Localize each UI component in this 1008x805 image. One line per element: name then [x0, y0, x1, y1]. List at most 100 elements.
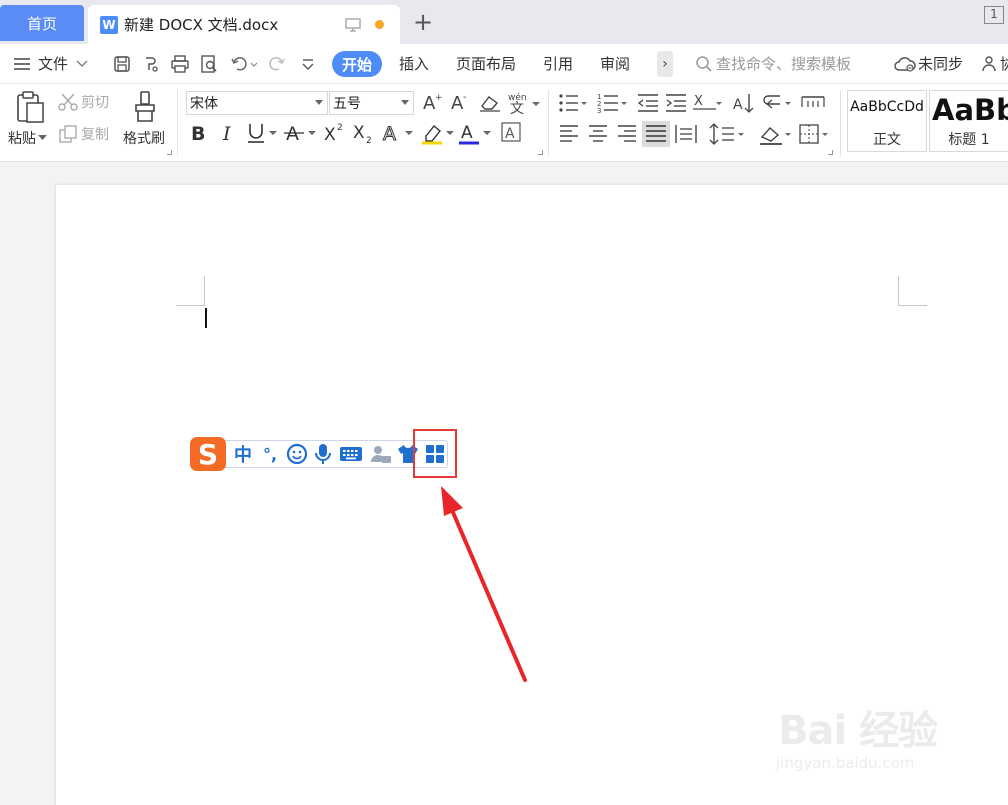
cut-button[interactable]: 剪切 [58, 92, 109, 112]
ime-chinese-mode-toggle[interactable]: 中 [232, 442, 254, 466]
style-normal-name: 正文 [873, 132, 901, 148]
style-normal-sample: AaBbCcDd [850, 99, 924, 115]
tab-document[interactable]: W 新建 DOCX 文档.docx [88, 5, 400, 44]
margin-corner-mark [204, 276, 205, 306]
collaborate-icon [982, 55, 996, 71]
borders-icon[interactable] [799, 124, 828, 144]
distributed-align-icon[interactable] [675, 125, 697, 143]
svg-text:X: X [324, 125, 336, 145]
paste-label: 粘贴 [8, 131, 36, 147]
paste-icon[interactable] [15, 90, 47, 124]
ime-punctuation-toggle[interactable]: °, [260, 442, 280, 466]
copy-button[interactable]: 复制 [58, 124, 109, 144]
strikethrough-icon[interactable]: A [284, 123, 316, 145]
font-color-icon[interactable]: A [459, 123, 491, 145]
show-marks-icon[interactable] [763, 95, 791, 109]
tab-home[interactable]: 首页 [0, 5, 84, 41]
sync-status[interactable]: 未同步 [893, 53, 963, 74]
file-menu-label: 文件 [38, 55, 69, 73]
italic-icon[interactable]: I [222, 123, 231, 145]
increase-indent-icon[interactable] [666, 94, 686, 112]
undo-icon[interactable] [230, 54, 258, 74]
cut-label: 剪切 [81, 95, 109, 111]
hamburger-icon [14, 57, 30, 70]
svg-text:A: A [733, 97, 743, 113]
sort-icon[interactable]: A [733, 94, 754, 113]
window-count-badge[interactable]: 1 [984, 6, 1004, 24]
font-family-select[interactable]: 宋体 [186, 91, 328, 115]
tab-start[interactable]: 开始 [332, 51, 382, 77]
font-dialog-launcher[interactable] [538, 150, 543, 155]
chinese-layout-icon[interactable]: X [693, 94, 722, 110]
numbered-list-icon[interactable]: 1 2 3 [597, 93, 627, 115]
print-icon[interactable] [170, 54, 190, 74]
font-size-select[interactable]: 五号 [329, 91, 414, 115]
tab-ruler-icon[interactable] [801, 96, 825, 107]
file-menu[interactable]: 文件 [13, 53, 88, 74]
superscript-icon[interactable]: X 2 [324, 123, 343, 145]
bullet-list-icon[interactable] [559, 94, 587, 112]
shading-icon[interactable] [760, 127, 791, 145]
tab-insert[interactable]: 插入 [399, 53, 429, 74]
collaborate-button[interactable]: 协 [982, 53, 1008, 74]
save-icon[interactable] [112, 54, 132, 74]
style-heading-1-name: 标题 1 [948, 132, 990, 148]
ribbon-separator [177, 90, 178, 156]
paste-button[interactable]: 粘贴 [8, 128, 47, 148]
format-brush-icon[interactable] [141, 54, 161, 74]
style-normal[interactable]: AaBbCcDd 正文 [847, 90, 927, 152]
format-painter-icon[interactable] [132, 90, 158, 124]
subscript-icon[interactable]: X 2 [353, 123, 372, 146]
watermark-brand: Bai 经验 [778, 708, 938, 754]
tab-bar: 首页 W 新建 DOCX 文档.docx + 1 [0, 0, 1008, 44]
align-right-icon[interactable] [618, 125, 636, 142]
baidu-watermark: Bai 经验 jingyan.baidu.com [770, 690, 1000, 790]
font-tools-row: A + A - wén 文 [423, 92, 540, 115]
bold-icon[interactable]: B [191, 123, 205, 145]
svg-text:2: 2 [337, 123, 343, 133]
ribbon: 粘贴 剪切 复制 格式刷 宋体 五号 A + A - wén 文 B I A X… [0, 84, 1008, 162]
redo-icon[interactable] [266, 54, 286, 74]
cloud-sync-icon [894, 56, 916, 72]
tab-review[interactable]: 审阅 [600, 53, 630, 74]
ime-toolbar: S 中 °, [190, 437, 448, 471]
chevron-down-icon [315, 100, 323, 105]
style-heading-1[interactable]: AaBb 标题 1 [929, 90, 1008, 152]
tab-reference[interactable]: 引用 [543, 53, 573, 74]
emoji-icon[interactable] [285, 442, 309, 466]
ribbon-separator [840, 90, 841, 156]
microphone-icon[interactable] [312, 442, 334, 466]
align-center-icon[interactable] [589, 125, 607, 142]
user-skin-icon[interactable] [368, 442, 394, 466]
chevron-down-icon [401, 100, 409, 105]
keyboard-icon[interactable] [338, 442, 364, 466]
more-tabs-button[interactable]: › [657, 51, 673, 77]
wps-writer-icon: W [100, 15, 118, 34]
margin-corner-mark [898, 305, 927, 306]
decrease-indent-icon[interactable] [637, 94, 658, 112]
print-preview-icon[interactable] [199, 54, 219, 74]
tab-page-layout[interactable]: 页面布局 [456, 53, 516, 74]
customize-toolbar-icon[interactable] [298, 54, 318, 74]
svg-text:2: 2 [366, 136, 372, 146]
underline-icon[interactable] [248, 124, 277, 143]
clear-format-icon[interactable] [480, 96, 500, 112]
align-left-icon[interactable] [560, 125, 578, 142]
svg-text:3: 3 [597, 107, 601, 115]
new-tab-button[interactable]: + [410, 8, 436, 36]
svg-text:A: A [383, 123, 396, 145]
ribbon-separator [548, 90, 549, 156]
text-effect-icon[interactable]: A [383, 123, 413, 146]
highlight-color-icon[interactable] [422, 125, 454, 145]
chevron-down-icon [76, 60, 88, 67]
monitor-icon[interactable] [345, 17, 361, 33]
sogou-logo-icon[interactable]: S [190, 437, 226, 471]
menu-bar: 文件 开始 插入 页面布局 引用 审阅 › 查找命令、搜索模板 未同步 协 [0, 44, 1008, 84]
character-border-icon[interactable]: A [501, 122, 521, 142]
paragraph-dialog-launcher[interactable] [828, 150, 833, 155]
command-search[interactable]: 查找命令、搜索模板 [695, 53, 851, 74]
line-spacing-icon[interactable] [709, 123, 744, 145]
clipboard-dialog-launcher[interactable] [167, 150, 172, 155]
format-painter-button[interactable]: 格式刷 [123, 128, 165, 148]
search-icon [696, 55, 712, 72]
